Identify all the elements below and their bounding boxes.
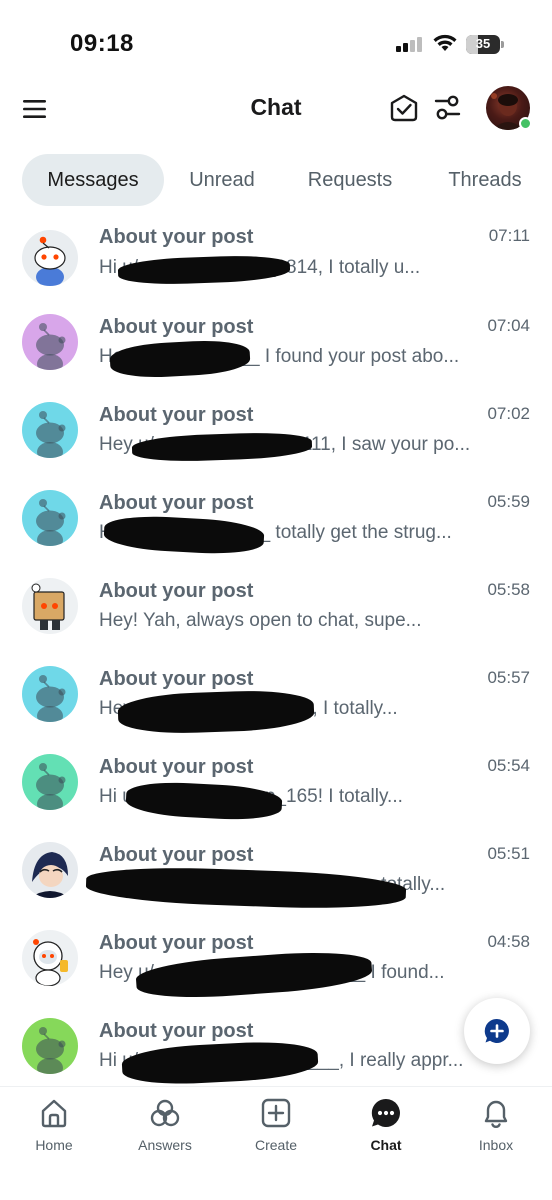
message-time: 05:57 [487, 668, 530, 687]
online-status-indicator [519, 117, 532, 130]
user-avatar-button[interactable] [486, 86, 532, 132]
nav-answers-label: Answers [138, 1137, 192, 1153]
snoo-avatar-icon [22, 490, 78, 546]
snoo-avatar-icon [22, 578, 78, 634]
battery-icon: 35 [466, 35, 504, 54]
message-title: About your post [99, 1020, 254, 1042]
message-time: 07:04 [487, 316, 530, 335]
battery-percent: 35 [475, 36, 491, 51]
tab-messages[interactable]: Messages [22, 154, 164, 206]
cellular-signal-icon [396, 36, 424, 52]
new-chat-button[interactable] [464, 998, 530, 1064]
message-row[interactable]: About your post 05:51 Hi u/_____________… [0, 836, 552, 924]
message-row[interactable]: About your post 07:11 Hi u/_____________… [0, 222, 552, 308]
message-time: 07:02 [487, 404, 530, 423]
message-row[interactable]: About your post 07:04 Hey u/__________ I… [0, 308, 552, 396]
message-title: About your post [99, 404, 254, 426]
status-time: 09:18 [70, 30, 134, 57]
home-icon [38, 1097, 70, 1129]
message-title: About your post [99, 492, 254, 514]
message-row[interactable]: About your post 05:57 Hey u/___________4… [0, 660, 552, 748]
message-title: About your post [99, 316, 254, 338]
message-row[interactable]: About your post 07:02 Hey u/____________… [0, 396, 552, 484]
message-preview: Hey! Yah, always open to chat, supe... [99, 610, 422, 631]
nav-inbox[interactable]: Inbox [450, 1097, 542, 1167]
message-row[interactable]: About your post 05:59 Hey u/___________ … [0, 484, 552, 572]
message-title: About your post [99, 226, 254, 248]
redaction-mark [117, 688, 315, 736]
status-bar: 09:18 35 [0, 0, 552, 80]
message-time: 05:58 [487, 580, 530, 599]
answers-icon [149, 1097, 181, 1129]
snoo-avatar-icon [22, 230, 78, 286]
bell-icon [480, 1097, 512, 1129]
snoo-avatar-icon [22, 402, 78, 458]
chat-icon [370, 1097, 402, 1129]
bottom-navigation: Home Answers Create Chat Inbox [0, 1086, 552, 1200]
message-title: About your post [99, 932, 254, 954]
page-title: Chat [250, 94, 302, 120]
message-time: 05:59 [487, 492, 530, 511]
message-time: 05:51 [487, 844, 530, 863]
redaction-mark [85, 864, 407, 912]
nav-inbox-label: Inbox [478, 1137, 514, 1153]
app-header: Chat [0, 82, 552, 136]
snoo-avatar-icon [22, 930, 78, 986]
snoo-avatar-icon [22, 666, 78, 722]
message-title: About your post [99, 844, 254, 866]
tab-unread[interactable]: Unread [174, 154, 270, 206]
message-row[interactable]: About your post 05:58 Hey! Yah, always o… [0, 572, 552, 660]
nav-home[interactable]: Home [8, 1097, 100, 1167]
message-row[interactable]: About your post 04:58 Hey u/____________… [0, 924, 552, 1012]
filter-settings-icon[interactable] [432, 92, 464, 124]
redaction-mark [103, 513, 265, 557]
redaction-mark [134, 947, 374, 1003]
snoo-avatar-icon [22, 842, 78, 898]
tab-requests[interactable]: Requests [292, 154, 408, 206]
snoo-avatar-icon [22, 314, 78, 370]
wifi-icon [432, 33, 458, 53]
message-time: 04:58 [487, 932, 530, 951]
message-title: About your post [99, 668, 254, 690]
new-chat-icon [484, 1018, 510, 1044]
snoo-avatar-icon [22, 1018, 78, 1074]
snoo-avatar-icon [22, 754, 78, 810]
message-title: About your post [99, 756, 254, 778]
message-time: 05:54 [487, 756, 530, 775]
nav-chat[interactable]: Chat [340, 1097, 432, 1167]
redaction-mark [109, 338, 251, 380]
chat-tabs: Messages Unread Requests Threads [22, 154, 552, 206]
nav-answers[interactable]: Answers [119, 1097, 211, 1167]
message-time: 07:11 [488, 226, 530, 245]
nav-chat-label: Chat [370, 1137, 402, 1153]
tab-threads[interactable]: Threads [430, 154, 540, 206]
nav-create-label: Create [254, 1137, 298, 1153]
create-icon [260, 1097, 292, 1129]
message-list: About your post 07:11 Hi u/_____________… [0, 222, 552, 1086]
nav-home-label: Home [35, 1137, 73, 1153]
redaction-mark [121, 1038, 319, 1086]
mark-all-read-icon[interactable] [388, 92, 420, 124]
message-title: About your post [99, 580, 254, 602]
message-row[interactable]: About your post 05:54 Hi u/___________up… [0, 748, 552, 836]
nav-create[interactable]: Create [230, 1097, 322, 1167]
